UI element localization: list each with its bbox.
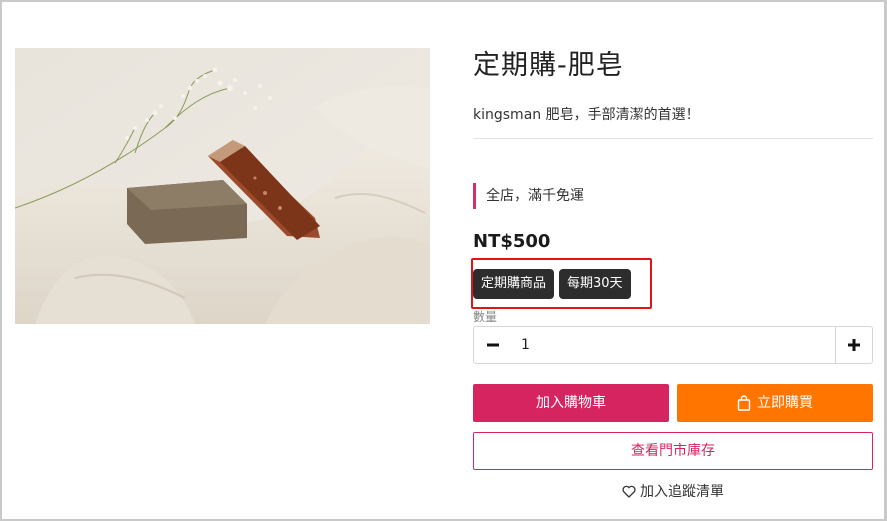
wishlist-label: 加入追蹤清單 bbox=[640, 484, 724, 500]
buy-now-button[interactable]: 立即購買 bbox=[677, 384, 873, 422]
plus-icon bbox=[848, 339, 860, 351]
tags-group: 定期購商品 每期30天 bbox=[471, 258, 652, 310]
add-to-wishlist-button[interactable]: 加入追蹤清單 bbox=[473, 481, 873, 501]
minus-icon bbox=[486, 343, 499, 347]
product-info: 定期購-肥皂 kingsman 肥皂，手部清潔的首選！ 全店，滿千免運 NT$5… bbox=[471, 40, 873, 310]
heart-icon bbox=[622, 485, 636, 498]
tag-subscription: 定期購商品 bbox=[473, 269, 555, 300]
buy-now-label: 立即購買 bbox=[757, 395, 813, 411]
shopping-bag-icon bbox=[737, 395, 751, 411]
quantity-increase-button[interactable] bbox=[835, 327, 872, 363]
quantity-label: 數量 bbox=[473, 310, 498, 324]
check-store-stock-button[interactable]: 查看門市庫存 bbox=[473, 432, 873, 470]
quantity-stepper: 1 bbox=[473, 326, 873, 364]
product-image bbox=[15, 48, 430, 324]
product-subtitle: kingsman 肥皂，手部清潔的首選！ bbox=[473, 107, 700, 124]
divider bbox=[473, 138, 873, 140]
product-price: NT$500 bbox=[473, 231, 551, 253]
soap-photo bbox=[15, 48, 430, 324]
promo-banner: 全店，滿千免運 bbox=[473, 183, 873, 210]
quantity-input[interactable]: 1 bbox=[511, 327, 835, 363]
product-title: 定期購-肥皂 bbox=[473, 50, 624, 81]
add-to-cart-button[interactable]: 加入購物車 bbox=[473, 384, 669, 422]
tag-period: 每期30天 bbox=[559, 269, 631, 300]
purchase-actions: 加入購物車 立即購買 bbox=[473, 384, 873, 422]
quantity-decrease-button[interactable] bbox=[474, 327, 511, 363]
